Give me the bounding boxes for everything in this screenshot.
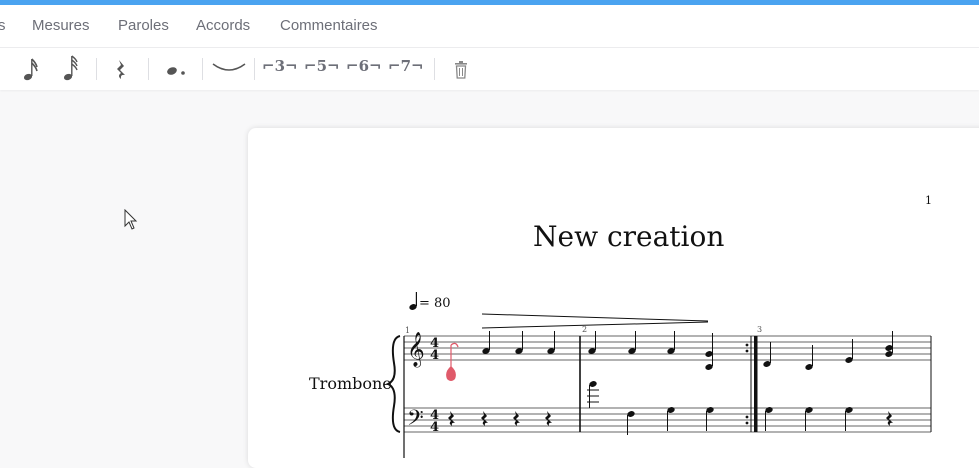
decrescendo-hairpin[interactable] [481, 313, 709, 329]
repeat-bar-line[interactable] [745, 336, 758, 432]
toolbar-separator [434, 58, 435, 80]
toolbar-separator [96, 58, 97, 80]
treble-clef-icon: 𝄞 [407, 332, 425, 368]
staff-system: 𝄞 𝄢 4 4 4 4 [385, 313, 932, 458]
sixteenth-note-icon[interactable] [22, 56, 40, 82]
menu-item-mesures[interactable]: Mesures [32, 17, 90, 34]
septuplet-button[interactable]: ⌐7¬ [388, 57, 424, 75]
toolbar-separator [148, 58, 149, 80]
bass-clef-icon: 𝄢 [407, 406, 424, 436]
menu-item-accords[interactable]: Accords [196, 17, 250, 34]
menu-item-commentaires[interactable]: Commentaires [280, 17, 378, 34]
selected-note[interactable] [446, 342, 459, 381]
toolbar-separator [254, 58, 255, 80]
menu-bar: s Mesures Paroles Accords Commentaires [0, 5, 979, 48]
treble-notes[interactable] [481, 331, 893, 371]
menu-item-paroles[interactable]: Paroles [118, 17, 169, 34]
trash-icon[interactable] [453, 61, 469, 79]
quarter-rest-icon[interactable] [114, 58, 130, 82]
toolbar: ⌐3¬ ⌐5¬ ⌐6¬ ⌐7¬ [0, 48, 979, 90]
mouse-cursor-icon [124, 209, 138, 230]
bass-notes[interactable] [448, 380, 893, 435]
time-signature-bottom: 4 [430, 420, 439, 435]
tie-icon[interactable] [212, 62, 246, 76]
dot-icon[interactable] [164, 60, 188, 80]
toolbar-separator [202, 58, 203, 80]
quintuplet-button[interactable]: ⌐5¬ [304, 57, 340, 75]
grand-staff-brace [385, 335, 401, 433]
thirty-second-note-icon[interactable] [62, 54, 80, 82]
menu-item-partial[interactable]: s [0, 17, 6, 34]
treble-staff[interactable] [404, 335, 931, 361]
time-signature-bottom: 4 [430, 348, 439, 363]
triplet-button[interactable]: ⌐3¬ [262, 57, 298, 75]
sextuplet-button[interactable]: ⌐6¬ [346, 57, 382, 75]
score-page: 1 New creation = 80 Trombone 1 2 3 𝄞 𝄢 4… [248, 128, 979, 468]
